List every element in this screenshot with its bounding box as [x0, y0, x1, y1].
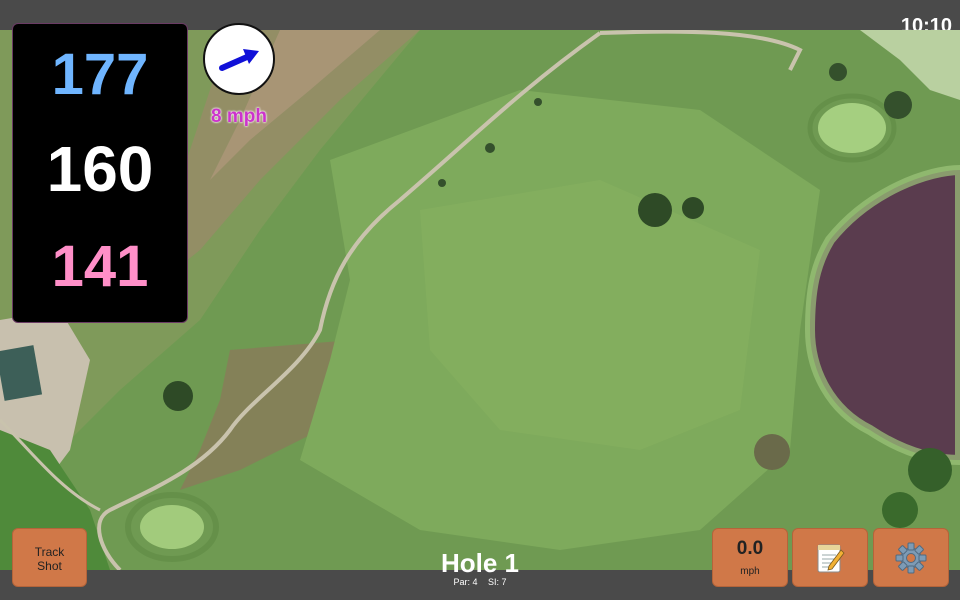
front-distance: 141 — [51, 234, 149, 299]
hole-info: Par: 4 SI: 7 — [380, 576, 580, 588]
back-distance: 177 — [51, 42, 149, 107]
settings-button[interactable] — [873, 528, 949, 587]
hole-title: Hole 1 — [440, 548, 520, 578]
speed-value: 0.0 — [736, 538, 764, 559]
notes-button[interactable] — [792, 528, 868, 587]
track-shot-label-line1: Track — [34, 545, 65, 559]
track-shot-label-line2: Shot — [37, 559, 62, 573]
hole-par: Par: 4 — [453, 577, 478, 587]
wind-arrow-icon — [219, 49, 259, 71]
gear-icon — [895, 542, 927, 573]
middle-distance: 160 — [46, 133, 154, 205]
speed-unit: mph — [740, 566, 760, 577]
track-shot-button[interactable]: Track Shot — [12, 528, 87, 587]
distance-panel: 177 160 141 — [12, 23, 188, 323]
wind-indicator — [203, 23, 275, 95]
wind-speed-label: 8 mph — [211, 106, 267, 127]
speed-button[interactable]: 0.0 mph — [712, 528, 788, 587]
notepad-icon — [817, 544, 845, 572]
hole-stroke-index: SI: 7 — [488, 577, 507, 587]
